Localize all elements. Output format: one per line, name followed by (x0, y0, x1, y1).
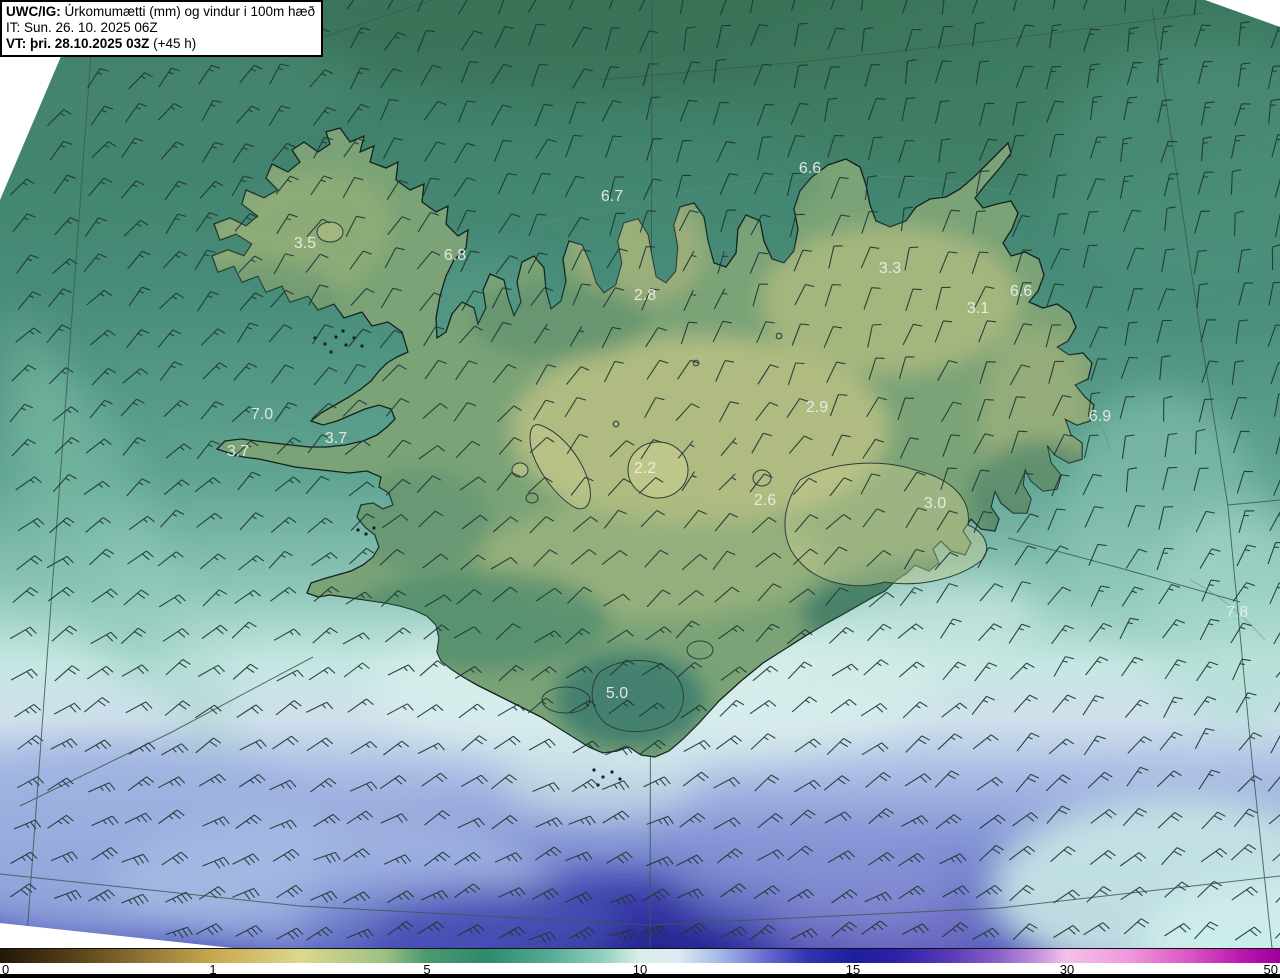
glacier-outline (511, 462, 529, 478)
islet (610, 770, 614, 774)
islet (364, 532, 368, 536)
islet (341, 329, 345, 333)
islet (344, 343, 348, 347)
valid-time: VT: þri. 28.10.2025 03Z (+45 h) (6, 36, 315, 52)
islet (360, 344, 364, 348)
contour-label: 2.8 (634, 287, 656, 304)
weather-map-app: 3.5 6.8 6.7 6.6 3.3 6.6 3.1 2.8 7.0 3.7 3.7 2.9 6.9 2… (0, 0, 1280, 978)
contour-label: 5.0 (606, 685, 628, 702)
contour-label: 2.2 (634, 460, 656, 477)
precip-colorbar: 0 1 5 10 15 30 50 (0, 948, 1280, 978)
contour-label: 3.5 (294, 235, 316, 252)
contour-label: 7.0 (251, 406, 273, 423)
contour-label: 3.7 (325, 430, 347, 447)
islet (356, 528, 360, 532)
islet (618, 777, 622, 781)
contour-label: 6.6 (1010, 283, 1032, 300)
islet (372, 526, 376, 530)
colorbar-base-line (0, 974, 1280, 978)
contour-label: 3.1 (967, 300, 989, 317)
init-time: IT: Sun. 26. 10. 2025 06Z (6, 20, 158, 35)
colorbar-tick-labels: 0 1 5 10 15 30 50 (0, 962, 1280, 977)
product-title: UWC/IG: Úrkomumætti (mm) og vindur i 100… (6, 4, 315, 20)
map-title-box: UWC/IG: Úrkomumætti (mm) og vindur i 100… (0, 0, 324, 57)
islet (592, 768, 596, 772)
contour-label: 6.7 (601, 188, 623, 205)
contour-label: 6.6 (799, 160, 821, 177)
contour-label: 2.9 (806, 399, 828, 416)
islet (329, 350, 333, 354)
product-title-prefix: UWC/IG: (6, 4, 61, 19)
map-canvas: 3.5 6.8 6.7 6.6 3.3 6.6 3.1 2.8 7.0 3.7 3.7 2.9 6.9 2… (0, 0, 1280, 948)
product-title-text: Úrkomumætti (mm) og vindur i 100m hæð (60, 4, 316, 19)
contour-label: 2.6 (754, 492, 776, 509)
wind-barb (1235, 0, 1251, 13)
contour-label: 7.8 (1226, 604, 1248, 621)
valid-time-offset: (+45 h) (149, 36, 197, 51)
contour-label: 3.7 (227, 443, 249, 460)
islet (334, 335, 338, 339)
glacier-outline (316, 221, 344, 243)
contour-label: 6.8 (444, 247, 466, 264)
islet (323, 342, 327, 346)
contour-label: 6.9 (1089, 408, 1111, 425)
islet (601, 775, 605, 779)
contour-label: 3.3 (879, 260, 901, 277)
valid-time-main: VT: þri. 28.10.2025 03Z (6, 36, 150, 51)
contour-label: 3.0 (924, 495, 946, 512)
